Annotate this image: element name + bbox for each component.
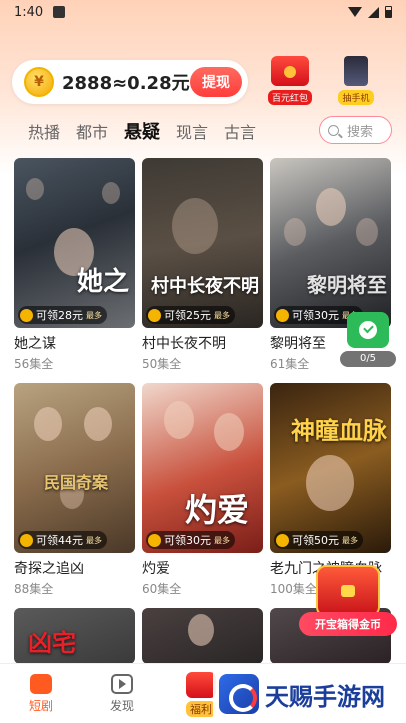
watermark: 天赐手游网 — [213, 668, 403, 720]
poster-title: 她之 — [76, 267, 129, 297]
drama-card[interactable]: 民国奇案 可领44元 最多 奇探之追凶 88集全 — [14, 383, 135, 597]
tab-hot[interactable]: 热播 — [28, 119, 60, 143]
status-bar: 1:40 — [0, 0, 406, 24]
tab-suspense[interactable]: 悬疑 — [124, 118, 160, 144]
drama-title: 她之谋 — [14, 336, 56, 352]
drama-poster[interactable]: 凶宅 — [14, 608, 135, 664]
reward-badge: 可领50元 最多 — [274, 531, 363, 549]
reward-text: 可领25元 — [164, 309, 211, 322]
notification-icon — [53, 6, 66, 18]
reward-max: 最多 — [342, 535, 358, 545]
task-progress: 0/5 — [340, 351, 396, 367]
treasure-chest-icon[interactable] — [316, 565, 380, 617]
drama-title: 村中长夜不明 — [142, 336, 226, 352]
tab-modern-romance[interactable]: 现言 — [176, 119, 208, 143]
short-drama-icon — [30, 674, 52, 694]
drama-card[interactable]: 凶宅 — [14, 608, 135, 664]
poster-title: 神瞳血脉 — [291, 416, 387, 445]
poster-title: 民国奇案 — [44, 473, 109, 492]
welfare-icon — [186, 672, 216, 698]
poster-title: 凶宅 — [28, 628, 76, 657]
reward-badge: 可领28元 最多 — [18, 306, 107, 324]
drama-episodes: 50集全 — [142, 357, 182, 371]
tab-ancient-romance[interactable]: 古言 — [224, 119, 256, 143]
reward-text: 可领44元 — [36, 534, 83, 547]
status-time: 1:40 — [14, 4, 44, 20]
reward-text: 可领30元 — [292, 309, 339, 322]
drama-poster[interactable]: 村中长夜不明 可领25元 最多 — [142, 158, 263, 328]
reward-badge: 可领30元 最多 — [146, 531, 235, 549]
open-treasure-button[interactable]: 开宝箱得金币 — [299, 612, 397, 636]
reward-max: 最多 — [86, 535, 102, 545]
red-packet-icon — [271, 56, 309, 86]
coin-icon — [20, 308, 33, 322]
reward-max: 最多 — [214, 535, 230, 545]
signal-icon — [368, 6, 379, 18]
drama-card[interactable] — [142, 608, 263, 664]
nav-label: 福利 — [186, 701, 216, 717]
reward-text: 可领50元 — [292, 534, 339, 547]
nav-discover[interactable]: 发现 — [97, 674, 147, 714]
watermark-logo-icon — [219, 674, 259, 714]
drama-episodes: 88集全 — [14, 582, 54, 596]
coin-balance-text: 2888≈0.28元 — [62, 73, 190, 94]
withdraw-button[interactable]: 提现 — [190, 67, 242, 97]
drama-episodes: 60集全 — [142, 582, 182, 596]
drama-title: 灼爱 — [142, 561, 170, 577]
red-packet-promo[interactable]: 百元红包 — [262, 56, 318, 106]
drama-poster[interactable]: 民国奇案 可领44元 最多 — [14, 383, 135, 553]
reward-badge: 可领44元 最多 — [18, 531, 107, 549]
phone-prize-icon — [344, 56, 368, 86]
drama-poster[interactable]: 神瞳血脉 可领50元 最多 — [270, 383, 391, 553]
status-icons — [348, 6, 392, 18]
reward-badge: 可领25元 最多 — [146, 306, 235, 324]
task-widget[interactable]: 0/5 — [340, 312, 396, 368]
tab-urban[interactable]: 都市 — [76, 119, 108, 143]
task-box — [347, 312, 389, 348]
phone-prize-label: 抽手机 — [338, 90, 374, 105]
nav-label: 发现 — [109, 699, 134, 713]
drama-poster[interactable]: 黎明将至 可领30元 最多 — [270, 158, 391, 328]
coin-icon — [20, 533, 33, 547]
red-packet-label: 百元红包 — [267, 90, 312, 105]
phone-prize-promo[interactable]: 抽手机 — [328, 56, 384, 106]
check-icon — [359, 321, 377, 339]
reward-max: 最多 — [86, 310, 102, 320]
discover-icon — [111, 674, 133, 694]
drama-poster[interactable]: 灼爱 可领30元 最多 — [142, 383, 263, 553]
coin-icon — [276, 308, 289, 322]
poster-title: 灼爱 — [184, 491, 249, 529]
search-input[interactable]: 搜索 — [319, 116, 392, 144]
poster-title: 村中长夜不明 — [151, 276, 259, 297]
watermark-text: 天赐手游网 — [265, 682, 385, 711]
nav-short-drama[interactable]: 短剧 — [16, 674, 66, 714]
battery-icon — [385, 6, 392, 18]
search-icon — [328, 124, 339, 136]
coin-icon — [276, 533, 289, 547]
drama-card[interactable]: 她之 可领28元 最多 她之谋 56集全 — [14, 158, 135, 372]
coin-icon — [148, 533, 161, 547]
drama-card[interactable]: 灼爱 可领30元 最多 灼爱 60集全 — [142, 383, 263, 597]
search-placeholder: 搜索 — [347, 124, 374, 140]
drama-poster[interactable] — [142, 608, 263, 664]
reward-text: 可领28元 — [36, 309, 83, 322]
coin-balance-pill[interactable]: ¥ 2888≈0.28元 提现 — [12, 60, 248, 104]
coin-icon: ¥ — [24, 67, 54, 97]
drama-title: 奇探之追凶 — [14, 561, 84, 577]
wifi-icon — [348, 7, 362, 17]
drama-poster[interactable]: 她之 可领28元 最多 — [14, 158, 135, 328]
reward-text: 可领30元 — [164, 534, 211, 547]
nav-label: 短剧 — [28, 699, 53, 713]
poster-title: 黎明将至 — [307, 273, 387, 297]
reward-max: 最多 — [214, 310, 230, 320]
drama-episodes: 56集全 — [14, 357, 54, 371]
coin-icon — [148, 308, 161, 322]
drama-card[interactable]: 村中长夜不明 可领25元 最多 村中长夜不明 50集全 — [142, 158, 263, 372]
